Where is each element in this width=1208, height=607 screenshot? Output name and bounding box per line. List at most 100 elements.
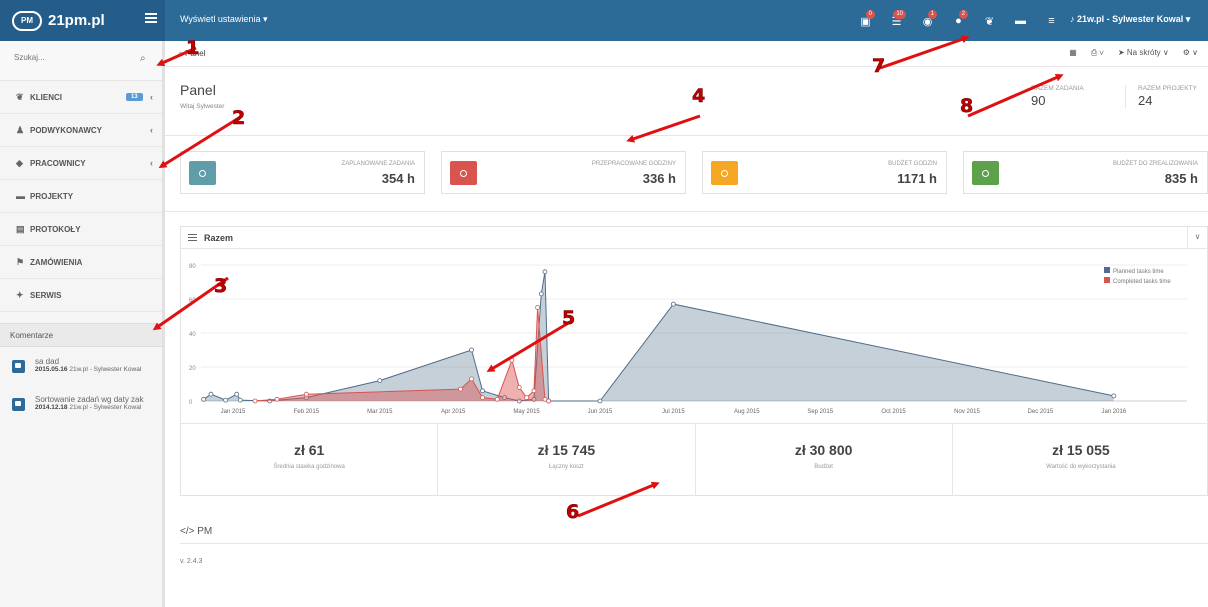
sidebar-item-klienci[interactable]: ❦ KLIENCI 13 ‹ bbox=[0, 81, 162, 114]
comment-icon bbox=[12, 398, 25, 411]
series-area bbox=[203, 271, 1114, 401]
summary-row: zł 61 Średnia stawka godzinowa zł 15 745 Łą… bbox=[181, 423, 1208, 496]
breadcrumb-tools: ▦ ⎙ ∨ ➤ Na skróty ∨ ⚙ ∨ bbox=[1069, 48, 1198, 58]
data-point[interactable] bbox=[252, 398, 258, 404]
sidebar-item-protokoly[interactable]: ▤ PROTOKOŁY bbox=[0, 213, 162, 246]
data-point[interactable] bbox=[234, 391, 240, 397]
search-icon[interactable]: ⌕ bbox=[140, 53, 146, 64]
divider bbox=[180, 543, 1208, 544]
stat-label: RAZEM PROJEKTY bbox=[1138, 85, 1197, 92]
search-input[interactable] bbox=[14, 53, 134, 62]
stat-label: RAZEM ZADANIA bbox=[1031, 85, 1084, 92]
data-point[interactable] bbox=[670, 301, 676, 307]
data-point[interactable] bbox=[469, 347, 474, 353]
chevron-down-icon[interactable]: ∨ bbox=[1187, 227, 1207, 248]
sidebar-item-label: PRACOWNICY bbox=[30, 158, 86, 168]
data-point[interactable] bbox=[223, 397, 229, 403]
data-point[interactable] bbox=[1111, 393, 1117, 399]
kpi-card: BUDŻET DO ZREALIZOWANIA 835 h bbox=[963, 151, 1208, 194]
sidebar-item-projekty[interactable]: ▬ PROJEKTY bbox=[0, 180, 162, 213]
data-point[interactable] bbox=[469, 376, 474, 382]
comment-meta: 2014.12.18 21w.pl - Sylwester Kowal bbox=[35, 404, 141, 411]
breadcrumb-home[interactable]: ⌂ Panel bbox=[178, 49, 206, 58]
data-point[interactable] bbox=[480, 395, 485, 401]
callout-arrow bbox=[626, 114, 701, 143]
data-point[interactable] bbox=[516, 384, 522, 390]
chevron-left-icon[interactable]: ‹ bbox=[150, 158, 153, 168]
klienci-icon: ❦ bbox=[16, 91, 24, 102]
data-point[interactable] bbox=[458, 386, 463, 392]
data-point[interactable] bbox=[494, 396, 500, 402]
chevron-left-icon[interactable]: ‹ bbox=[150, 92, 153, 102]
sidebar-item-label: SERWIS bbox=[30, 290, 62, 300]
settings-dropdown[interactable]: ⚙ ∨ bbox=[1183, 48, 1198, 58]
comment-meta: 2015.05.16 21w.pl - Sylwester Kowal bbox=[35, 366, 141, 373]
sidebar-item-zamowienia[interactable]: ⚑ ZAMÓWIENIA bbox=[0, 246, 162, 279]
brand[interactable]: PM 21pm.pl bbox=[0, 0, 165, 41]
comment-item[interactable]: sa dad 2015.05.16 21w.pl - Sylwester Kowa… bbox=[12, 357, 162, 385]
summary-label: Średnia stawka godzinowa bbox=[273, 464, 345, 470]
tasks-badge-icon[interactable]: ☰ 10 bbox=[881, 9, 912, 33]
calendar-icon[interactable]: ▦ bbox=[1069, 48, 1077, 58]
data-point[interactable] bbox=[201, 396, 207, 402]
stat-value: 24 bbox=[1138, 93, 1153, 108]
x-tick-label: Jul 2015 bbox=[662, 409, 685, 415]
page-title: Panel bbox=[180, 82, 216, 98]
zamowienia-icon: ⚑ bbox=[16, 256, 25, 267]
notification-badge: 2 bbox=[958, 10, 968, 19]
stat-value: 90 bbox=[1031, 93, 1046, 108]
comments-badge-icon[interactable]: ● 2 bbox=[943, 9, 974, 33]
kpi-value: 354 h bbox=[381, 171, 415, 186]
chevron-left-icon[interactable]: ‹ bbox=[150, 125, 153, 135]
sidebar-item-label: PROTOKOŁY bbox=[30, 224, 81, 234]
folder-icon[interactable]: ▬ bbox=[1005, 9, 1036, 33]
sidebar-toggle-icon[interactable] bbox=[145, 13, 157, 23]
data-point[interactable] bbox=[237, 397, 243, 403]
chart-panel-title: Razem bbox=[204, 233, 234, 243]
legend-label[interactable]: Planned tasks time bbox=[1113, 269, 1164, 275]
data-point[interactable] bbox=[274, 396, 280, 402]
sidebar-item-pracownicy[interactable]: ◆ PRACOWNICY ‹ bbox=[0, 147, 162, 180]
data-point[interactable] bbox=[524, 395, 530, 401]
folder-badge-icon[interactable]: ▣ 0 bbox=[850, 9, 881, 33]
list-icon[interactable]: ≡ bbox=[1036, 9, 1067, 33]
data-point[interactable] bbox=[480, 388, 485, 394]
user-menu[interactable]: ♪ 21w.pl - Sylwester Kowal ▾ bbox=[1070, 14, 1190, 25]
comment-item[interactable]: Sortowanie zadań wg daty zak 2014.12.18 2… bbox=[12, 395, 162, 423]
projekty-icon: ▬ bbox=[16, 191, 25, 201]
data-point[interactable] bbox=[531, 388, 537, 394]
kpi-value: 336 h bbox=[642, 171, 676, 186]
data-point[interactable] bbox=[208, 391, 214, 397]
sidebar-item-podwykonawcy[interactable]: ♟ PODWYKONAWCY ‹ bbox=[0, 114, 162, 147]
summary-value: zł 15 055 bbox=[1052, 442, 1110, 458]
display-settings-dropdown[interactable]: Wyświetl ustawienia ▾ bbox=[180, 14, 267, 25]
data-point[interactable] bbox=[542, 269, 548, 275]
clock-icon bbox=[711, 161, 738, 185]
data-point[interactable] bbox=[535, 305, 541, 310]
sidebar-item-serwis[interactable]: ✦ SERWIS bbox=[0, 279, 162, 312]
shortcuts-dropdown[interactable]: ➤ Na skróty ∨ bbox=[1118, 48, 1169, 58]
x-tick-label: Mar 2015 bbox=[367, 409, 393, 415]
data-point[interactable] bbox=[546, 398, 552, 404]
data-point[interactable] bbox=[377, 378, 383, 384]
legend-label[interactable]: Completed tasks time bbox=[1113, 279, 1171, 285]
y-tick-label: 40 bbox=[189, 332, 196, 338]
x-tick-label: Feb 2015 bbox=[294, 409, 320, 415]
kpi-card: ZAPLANOWANE ZADANIA 354 h bbox=[180, 151, 425, 194]
data-point[interactable] bbox=[538, 291, 544, 297]
eye-badge-icon[interactable]: ◉ 1 bbox=[912, 9, 943, 33]
x-tick-label: Nov 2015 bbox=[954, 409, 980, 415]
print-dropdown[interactable]: ⎙ ∨ bbox=[1091, 48, 1104, 58]
notification-badge: 10 bbox=[893, 10, 906, 19]
users-icon[interactable]: ❦ bbox=[974, 9, 1005, 33]
kpi-label: BUDŻET DO ZREALIZOWANIA bbox=[1112, 161, 1198, 167]
users-icon-glyph: ❦ bbox=[984, 15, 995, 28]
summary-label: Łączny koszt bbox=[549, 464, 584, 470]
data-point[interactable] bbox=[597, 398, 603, 404]
footer-title: </> PM bbox=[180, 526, 213, 537]
kpi-card: BUDŻET GODZIN 1171 h bbox=[702, 151, 947, 194]
summary-cell: zł 15 055 Wartość do wykorzystania bbox=[953, 424, 1208, 496]
data-point[interactable] bbox=[304, 391, 309, 397]
kpi-value: 835 h bbox=[1164, 171, 1198, 186]
data-point[interactable] bbox=[509, 357, 515, 363]
